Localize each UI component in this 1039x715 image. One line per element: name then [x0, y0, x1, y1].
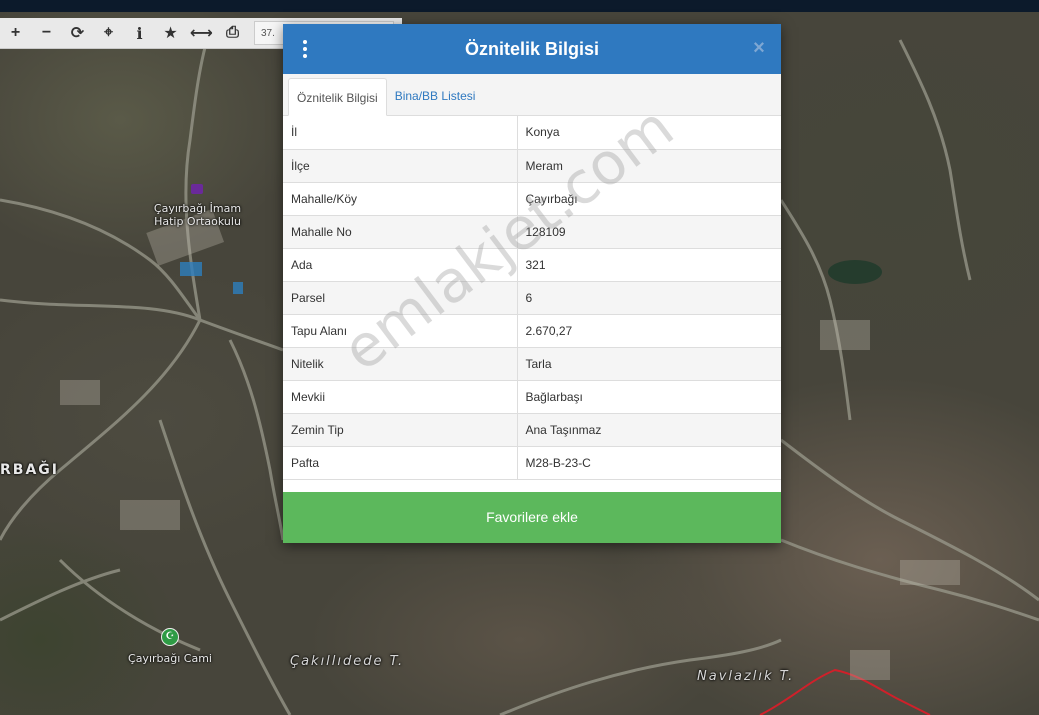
add-to-favorites-button[interactable]: Favorilere ekle [283, 492, 781, 543]
zoom-in-button[interactable]: + [0, 18, 31, 48]
table-row: İlçe Meram [283, 149, 781, 183]
attribute-value: Ana Taşınmaz [517, 413, 781, 447]
table-row: Ada 321 [283, 248, 781, 282]
attribute-value: 2.670,27 [517, 314, 781, 348]
map-label-mosque: Çayırbağı Cami [128, 652, 212, 665]
attribute-key: Parsel [283, 281, 518, 315]
table-row: Pafta M28-B-23-C [283, 446, 781, 480]
tab-building-list[interactable]: Bina/BB Listesi [387, 77, 484, 115]
crosshair-icon: ⌖ [103, 24, 113, 41]
locate-button[interactable]: ⌖ [93, 18, 124, 48]
map-label-hill-navlazlik: Navlazlık T. [697, 669, 795, 684]
attribute-value: Meram [517, 149, 781, 183]
refresh-icon: ⟳ [70, 25, 85, 42]
star-icon: ★ [163, 25, 178, 42]
attribute-key: Tapu Alanı [283, 314, 518, 348]
map-label-school: Çayırbağı İmam Hatip Ortaokulu [153, 202, 242, 228]
attribute-key: Ada [283, 248, 518, 282]
table-row: Mahalle/Köy Çayırbağı [283, 182, 781, 216]
zoom-out-button[interactable]: − [31, 18, 62, 48]
attribute-value: 128109 [517, 215, 781, 249]
attribute-value: M28-B-23-C [517, 446, 781, 480]
attribute-value: Konya [517, 116, 781, 150]
attribute-key: Mahalle No [283, 215, 518, 249]
info-button[interactable]: i [124, 18, 155, 48]
map-label-hill-cakilli: Çakıllıdede T. [290, 654, 405, 669]
map-marker-icon [191, 184, 203, 194]
attribute-value: 321 [517, 248, 781, 282]
map-label-village: RBAĞI [0, 462, 59, 478]
table-row: Mevkii Bağlarbaşı [283, 380, 781, 414]
attribute-key: Mahalle/Köy [283, 182, 518, 216]
attribute-key: İl [283, 116, 518, 150]
attribute-key: Pafta [283, 446, 518, 480]
top-bar [0, 0, 1039, 12]
table-row: Mahalle No 128109 [283, 215, 781, 249]
dialog-header: Öznitelik Bilgisi × [283, 24, 781, 74]
attribute-key: Nitelik [283, 347, 518, 381]
attribute-table: İl Konya İlçe Meram Mahalle/Köy Çayırbağı Maha… [283, 116, 781, 480]
mosque-icon: ☪ [161, 628, 179, 646]
measure-icon: ⟷ [190, 25, 213, 42]
attribute-value: 6 [517, 281, 781, 315]
minus-icon: − [41, 24, 52, 41]
favorite-button[interactable]: ★ [155, 18, 186, 48]
table-row: İl Konya [283, 116, 781, 150]
refresh-button[interactable]: ⟳ [62, 18, 93, 48]
attribute-value: Çayırbağı [517, 182, 781, 216]
print-button[interactable]: ⎙ [217, 18, 248, 48]
dialog-tabs: Öznitelik Bilgisi Bina/BB Listesi [283, 74, 781, 116]
attribute-key: İlçe [283, 149, 518, 183]
print-icon: ⎙ [226, 24, 239, 41]
table-row: Zemin Tip Ana Taşınmaz [283, 413, 781, 447]
info-icon: i [136, 23, 143, 43]
table-row: Nitelik Tarla [283, 347, 781, 381]
measure-button[interactable]: ⟷ [186, 18, 217, 48]
tab-attribute-info[interactable]: Öznitelik Bilgisi [288, 78, 387, 116]
attribute-info-dialog: Öznitelik Bilgisi × Öznitelik Bilgisi Bi… [283, 24, 781, 543]
attribute-key: Mevkii [283, 380, 518, 414]
table-row: Parsel 6 [283, 281, 781, 315]
attribute-value: Tarla [517, 347, 781, 381]
table-row: Tapu Alanı 2.670,27 [283, 314, 781, 348]
plus-icon: + [10, 24, 21, 41]
dialog-title: Öznitelik Bilgisi [464, 38, 600, 59]
kebab-menu-icon[interactable] [301, 40, 309, 58]
attribute-value: Bağlarbaşı [517, 380, 781, 414]
attribute-key: Zemin Tip [283, 413, 518, 447]
close-icon[interactable]: × [749, 36, 769, 60]
